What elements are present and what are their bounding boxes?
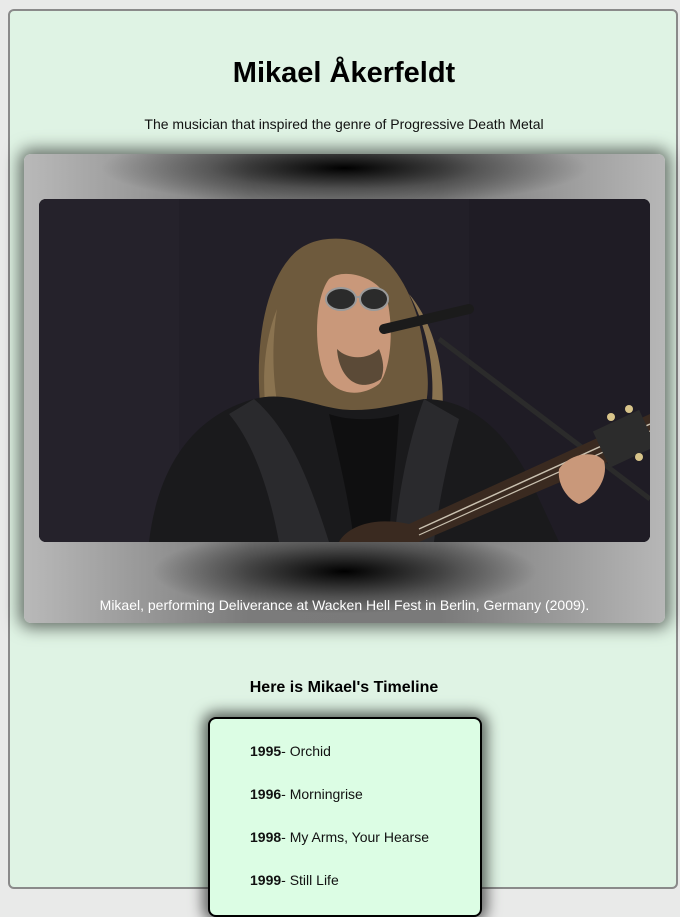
page-title: Mikael Åkerfeldt [232,57,456,89]
timeline-year: 1998 [250,829,282,845]
timeline-item: 1996- Morningrise [250,786,363,802]
timeline-album: - Still Life [281,872,339,888]
photo-caption: Mikael, performing Deliverance at Wacken… [99,597,590,613]
timeline-year: 1995 [250,743,282,759]
page-container: Mikael Åkerfeldt The musician that inspi… [8,9,678,917]
timeline-album: - Orchid [281,743,331,759]
timeline-album: - My Arms, Your Hearse [281,829,429,845]
timeline-year: 1996 [250,786,282,802]
timeline-album: - Morningrise [281,786,363,802]
timeline-item: 1999- Still Life [250,872,339,888]
timeline-box: 1995- Orchid 1996- Morningrise 1998- My … [208,717,482,917]
photo-card: Mikael, performing Deliverance at Wacken… [24,154,665,623]
timeline-item: 1998- My Arms, Your Hearse [250,829,429,845]
timeline-item: 1995- Orchid [250,743,331,759]
timeline-heading: Here is Mikael's Timeline [249,679,439,696]
timeline-year: 1999 [250,872,282,888]
page-subtitle: The musician that inspired the genre of … [144,116,544,132]
musician-photo [39,199,650,542]
